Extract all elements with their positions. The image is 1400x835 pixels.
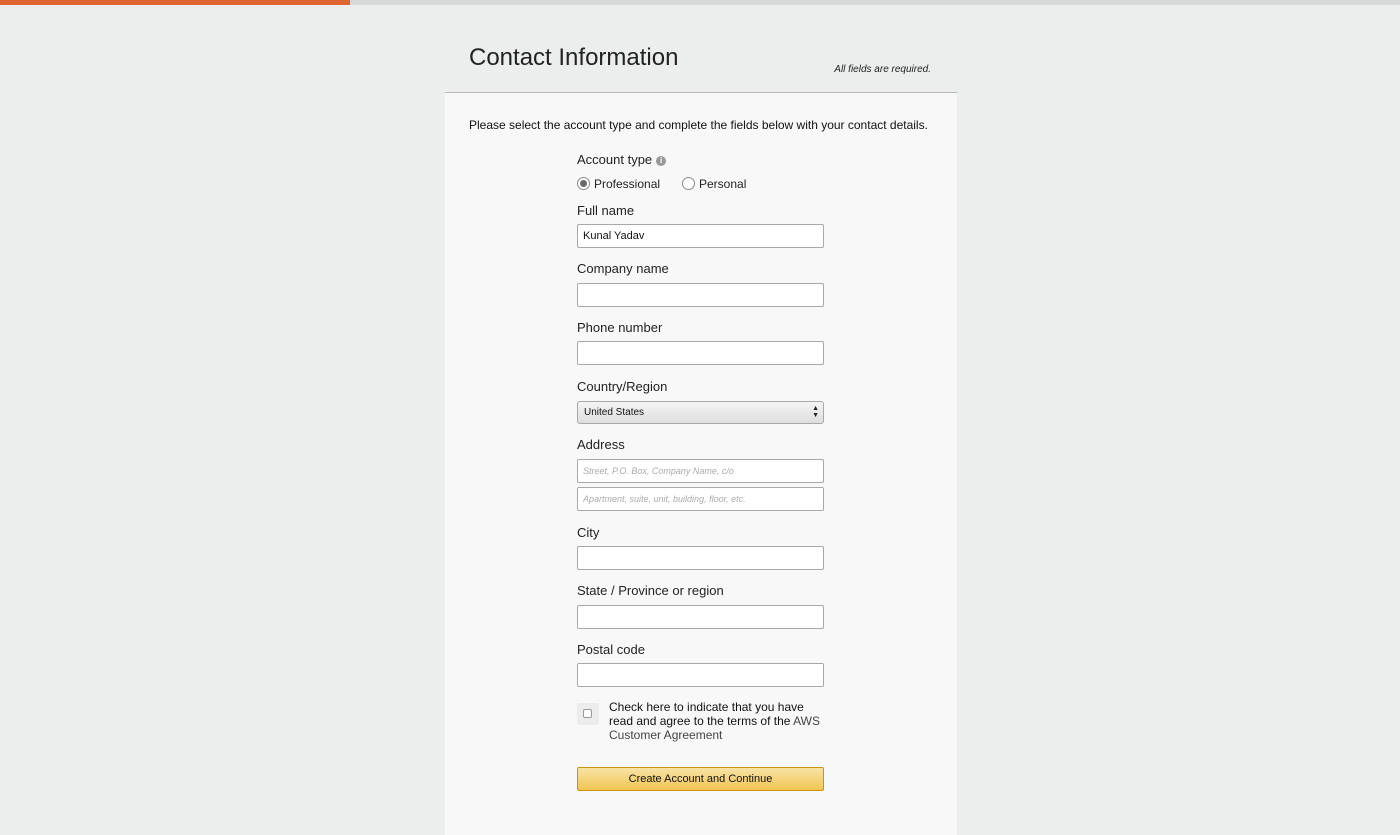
radio-personal-circle[interactable]: [682, 177, 695, 190]
top-progress-fill: [0, 0, 350, 5]
contact-form-panel: Please select the account type and compl…: [445, 93, 957, 835]
radio-professional-label[interactable]: Professional: [594, 177, 660, 191]
address-label: Address: [577, 437, 625, 452]
radio-personal[interactable]: Personal: [682, 177, 746, 191]
account-type-label-text: Account type: [577, 152, 653, 167]
agreement-text: Check here to indicate that you have rea…: [609, 700, 824, 742]
create-account-button[interactable]: Create Account and Continue: [577, 767, 824, 791]
company-name-label: Company name: [577, 261, 669, 276]
agreement-checkbox-box[interactable]: [583, 709, 592, 718]
city-input[interactable]: [577, 546, 824, 570]
radio-professional-circle[interactable]: [577, 177, 590, 190]
address-line1-input[interactable]: [577, 459, 824, 483]
state-label: State / Province or region: [577, 583, 724, 598]
company-name-input[interactable]: [577, 283, 824, 307]
top-progress-track: [0, 0, 1400, 5]
full-name-input[interactable]: [577, 224, 824, 248]
select-arrows-icon: ▲ ▼: [812, 405, 819, 419]
agreement-text-body: Check here to indicate that you have rea…: [609, 700, 804, 728]
radio-personal-label[interactable]: Personal: [699, 177, 746, 191]
account-type-label: Account type i: [577, 152, 667, 167]
postal-code-input[interactable]: [577, 663, 824, 687]
phone-number-input[interactable]: [577, 341, 824, 365]
full-name-label: Full name: [577, 203, 635, 218]
panel-header: Contact Information All fields are requi…: [445, 40, 957, 93]
postal-code-label: Postal code: [577, 642, 645, 657]
intro-text: Please select the account type and compl…: [469, 118, 928, 132]
city-label: City: [577, 525, 600, 540]
address-line2-input[interactable]: [577, 487, 824, 511]
info-icon[interactable]: i: [656, 156, 667, 166]
required-note: All fields are required.: [834, 64, 931, 75]
phone-number-label: Phone number: [577, 320, 663, 335]
country-select-value: United States: [584, 407, 645, 418]
agreement-checkbox[interactable]: [577, 703, 599, 725]
state-input[interactable]: [577, 605, 824, 629]
page-title: Contact Information: [469, 44, 679, 71]
country-select[interactable]: United States ▲ ▼: [577, 401, 824, 424]
country-label: Country/Region: [577, 379, 668, 394]
radio-professional[interactable]: Professional: [577, 177, 660, 191]
